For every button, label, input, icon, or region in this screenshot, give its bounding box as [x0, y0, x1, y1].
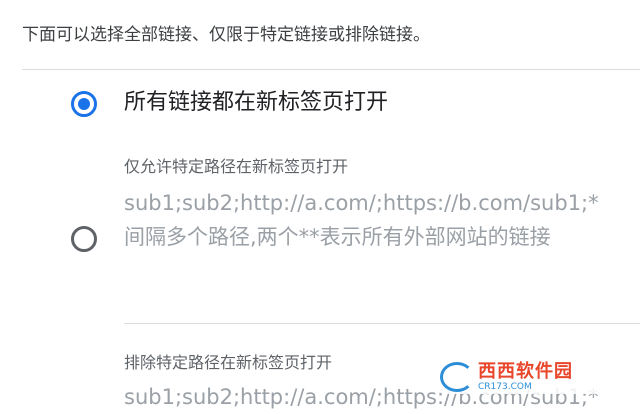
allow-paths-textarea[interactable]: sub1;sub2;http://a.com/;https://b.com/su… [124, 186, 640, 254]
radio-allow-specific[interactable] [71, 226, 97, 252]
allow-section-label: 仅允许特定路径在新标签页打开 [124, 157, 349, 176]
watermark-sub: CR173.COM [478, 381, 532, 392]
radio-all-links[interactable] [71, 91, 97, 117]
top-divider [22, 69, 640, 70]
watermark-logo-icon [440, 362, 474, 392]
all-links-label[interactable]: 所有链接都在新标签页打开 [124, 84, 388, 116]
middle-divider [124, 323, 640, 324]
watermark-name: 西西软件园 [478, 360, 573, 382]
intro-text: 下面可以选择全部链接、仅限于特定链接或排除链接。 [22, 25, 430, 45]
allow-placeholder-line1: sub1;sub2;http://a.com/;https://b.com/su… [124, 191, 599, 215]
exclude-section-label: 排除特定路径在新标签页打开 [124, 353, 333, 372]
allow-placeholder-line2: 间隔多个路径,两个**表示所有外部网站的链接 [124, 225, 551, 249]
site-watermark: 西西软件园 CR173.COM [440, 360, 626, 394]
